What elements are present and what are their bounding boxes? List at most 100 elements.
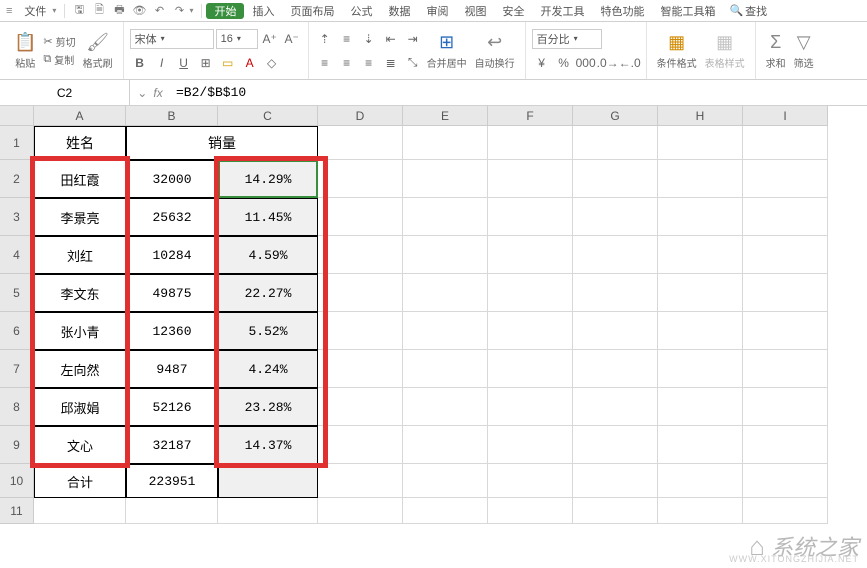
cell[interactable] — [488, 426, 573, 464]
indent-increase-icon[interactable]: ⇥ — [403, 29, 423, 49]
cell[interactable] — [488, 498, 573, 524]
tab-special[interactable]: 特色功能 — [592, 0, 652, 22]
file-menu[interactable]: 文件 — [18, 3, 52, 19]
cell[interactable] — [658, 236, 743, 274]
name-box[interactable] — [0, 80, 130, 105]
cell[interactable] — [403, 388, 488, 426]
col-header-a[interactable]: A — [34, 106, 126, 126]
cell[interactable] — [573, 236, 658, 274]
indent-decrease-icon[interactable]: ⇤ — [381, 29, 401, 49]
cell[interactable] — [743, 464, 828, 498]
filter-button[interactable]: ▽筛选 — [790, 25, 818, 77]
row-header[interactable]: 11 — [0, 498, 34, 524]
col-header-d[interactable]: D — [318, 106, 403, 126]
cell[interactable] — [318, 350, 403, 388]
cell[interactable] — [573, 312, 658, 350]
cell[interactable] — [318, 388, 403, 426]
cell[interactable] — [573, 464, 658, 498]
table-format-button[interactable]: ▦表格样式 — [701, 25, 749, 77]
increase-font-icon[interactable]: A⁺ — [260, 29, 280, 49]
cell[interactable] — [658, 388, 743, 426]
cell[interactable] — [658, 464, 743, 498]
font-color-icon[interactable]: A — [240, 53, 260, 73]
cell[interactable] — [488, 160, 573, 198]
tab-home[interactable]: 开始 — [206, 3, 244, 19]
cell[interactable] — [743, 198, 828, 236]
tab-review[interactable]: 审阅 — [418, 0, 456, 22]
cell[interactable] — [658, 198, 743, 236]
cell[interactable] — [658, 160, 743, 198]
cell[interactable] — [573, 426, 658, 464]
cell[interactable] — [34, 498, 126, 524]
cell[interactable] — [318, 126, 403, 160]
tab-formula[interactable]: 公式 — [342, 0, 380, 22]
cell[interactable] — [488, 126, 573, 160]
col-header-c[interactable]: C — [218, 106, 318, 126]
cell-name[interactable]: 左向然 — [34, 350, 126, 388]
cell[interactable] — [488, 388, 573, 426]
cell[interactable] — [743, 426, 828, 464]
cell[interactable] — [403, 426, 488, 464]
tab-smart-tools[interactable]: 智能工具箱 — [652, 0, 723, 22]
cell[interactable] — [318, 464, 403, 498]
increase-decimal-icon[interactable]: .0→ — [598, 53, 618, 73]
fx-icon[interactable]: fx — [153, 86, 162, 100]
select-all-corner[interactable] — [0, 106, 34, 126]
align-bottom-icon[interactable]: ⇣ — [359, 29, 379, 49]
cell[interactable] — [743, 126, 828, 160]
border-icon[interactable]: ⊞ — [196, 53, 216, 73]
cell-name[interactable]: 田红霞 — [34, 160, 126, 198]
cell[interactable] — [573, 198, 658, 236]
cell[interactable] — [403, 126, 488, 160]
cell[interactable] — [573, 350, 658, 388]
align-top-icon[interactable]: ⇡ — [315, 29, 335, 49]
print-preview-icon[interactable]: 👁 — [131, 3, 147, 19]
save-as-icon[interactable]: 🗎 — [91, 3, 107, 19]
wrap-text-button[interactable]: ↩自动换行 — [471, 25, 519, 77]
cell[interactable] — [488, 274, 573, 312]
cell[interactable] — [403, 464, 488, 498]
cell[interactable] — [743, 312, 828, 350]
formula-input[interactable]: =B2/$B$10 — [170, 85, 867, 100]
col-header-h[interactable]: H — [658, 106, 743, 126]
row-header[interactable]: 1 — [0, 126, 34, 160]
merge-center-button[interactable]: ⊞合并居中 — [423, 25, 471, 77]
save-icon[interactable]: 🖫 — [71, 3, 87, 19]
cell[interactable] — [573, 388, 658, 426]
cell[interactable] — [403, 498, 488, 524]
cell[interactable] — [573, 126, 658, 160]
cell-empty[interactable] — [218, 464, 318, 498]
cell[interactable] — [318, 312, 403, 350]
cell[interactable] — [658, 498, 743, 524]
currency-icon[interactable]: ¥ — [532, 53, 552, 73]
cell[interactable] — [743, 274, 828, 312]
tab-insert[interactable]: 插入 — [244, 0, 282, 22]
qat-caret-icon[interactable]: ▾ — [189, 6, 197, 15]
align-middle-icon[interactable]: ≡ — [337, 29, 357, 49]
cell-pct[interactable]: 5.52% — [218, 312, 318, 350]
clear-format-icon[interactable]: ◇ — [262, 53, 282, 73]
cell[interactable] — [403, 236, 488, 274]
header-name[interactable]: 姓名 — [34, 126, 126, 160]
cell[interactable] — [403, 274, 488, 312]
row-header[interactable]: 4 — [0, 236, 34, 274]
row-header[interactable]: 9 — [0, 426, 34, 464]
cell[interactable] — [488, 236, 573, 274]
cell-name[interactable]: 张小青 — [34, 312, 126, 350]
cell-sales[interactable]: 32000 — [126, 160, 218, 198]
cell[interactable] — [488, 350, 573, 388]
cell-sales[interactable]: 12360 — [126, 312, 218, 350]
cell-sales[interactable]: 9487 — [126, 350, 218, 388]
name-box-input[interactable] — [35, 86, 95, 100]
cell[interactable] — [658, 126, 743, 160]
cell[interactable] — [318, 426, 403, 464]
copy-button[interactable]: ⧉复制 — [40, 52, 78, 68]
font-name-combo[interactable]: 宋体▾ — [130, 29, 214, 49]
cell[interactable] — [743, 236, 828, 274]
cell-pct[interactable]: 23.28% — [218, 388, 318, 426]
cell[interactable] — [658, 350, 743, 388]
cell-total-value[interactable]: 223951 — [126, 464, 218, 498]
cell[interactable] — [318, 160, 403, 198]
cell-pct[interactable]: 14.37% — [218, 426, 318, 464]
cell[interactable] — [658, 274, 743, 312]
